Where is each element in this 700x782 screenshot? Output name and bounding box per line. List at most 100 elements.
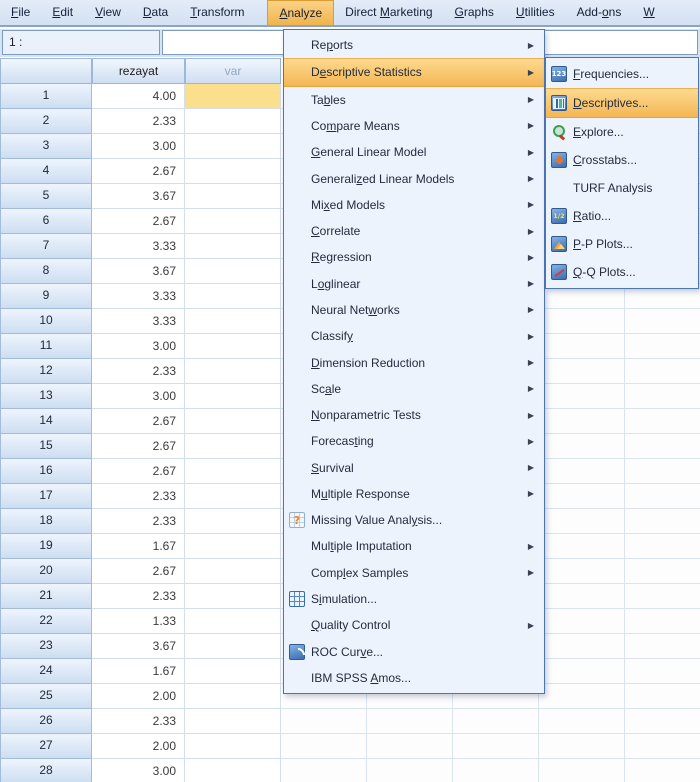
rezayat-value-cell[interactable]: 2.67 — [92, 159, 185, 184]
menu-item[interactable]: Tables ▶ — [284, 87, 544, 113]
rezayat-value-cell[interactable]: 2.67 — [92, 459, 185, 484]
menubar-item[interactable]: Transform — [179, 0, 255, 25]
menu-item[interactable]: Forecasting ▶ — [284, 428, 544, 454]
rezayat-value-cell[interactable]: 3.00 — [92, 384, 185, 409]
submenu-item[interactable]: Descriptives... — [546, 88, 698, 118]
column-header-rezayat[interactable]: rezayat — [92, 58, 185, 84]
var-cell[interactable] — [185, 434, 281, 459]
var-cell[interactable] — [185, 284, 281, 309]
menu-item[interactable]: Nonparametric Tests ▶ — [284, 402, 544, 428]
menu-item[interactable]: Quality Control ▶ — [284, 612, 544, 638]
row-number-cell[interactable]: 21 — [0, 584, 92, 609]
row-number-cell[interactable]: 24 — [0, 659, 92, 684]
menu-item[interactable]: Generalized Linear Models ▶ — [284, 165, 544, 191]
var-cell[interactable] — [185, 159, 281, 184]
rezayat-value-cell[interactable]: 2.33 — [92, 709, 185, 734]
menu-item[interactable]: Compare Means ▶ — [284, 113, 544, 139]
var-cell[interactable] — [185, 84, 281, 109]
row-number-cell[interactable]: 15 — [0, 434, 92, 459]
rezayat-value-cell[interactable]: 1.67 — [92, 534, 185, 559]
submenu-item[interactable]: Explore... — [546, 118, 698, 146]
var-cell[interactable] — [185, 484, 281, 509]
menubar-item[interactable]: Graphs — [444, 0, 505, 25]
var-cell[interactable] — [185, 384, 281, 409]
row-number-cell[interactable]: 27 — [0, 734, 92, 759]
menubar-item[interactable]: W — [632, 0, 665, 25]
var-cell[interactable] — [185, 759, 281, 782]
rezayat-value-cell[interactable]: 3.00 — [92, 759, 185, 782]
menu-item[interactable]: Regression ▶ — [284, 244, 544, 270]
menu-item[interactable]: Mixed Models ▶ — [284, 192, 544, 218]
var-cell[interactable] — [185, 709, 281, 734]
var-cell[interactable] — [185, 459, 281, 484]
menu-item[interactable]: Neural Networks ▶ — [284, 297, 544, 323]
menu-item[interactable]: IBM SPSS Amos... — [284, 665, 544, 691]
rezayat-value-cell[interactable]: 2.33 — [92, 109, 185, 134]
rezayat-value-cell[interactable]: 2.00 — [92, 734, 185, 759]
submenu-item[interactable]: Ratio... — [546, 202, 698, 230]
rezayat-value-cell[interactable]: 1.33 — [92, 609, 185, 634]
rezayat-value-cell[interactable]: 3.00 — [92, 334, 185, 359]
menu-item[interactable]: Multiple Response ▶ — [284, 481, 544, 507]
row-number-cell[interactable]: 12 — [0, 359, 92, 384]
rezayat-value-cell[interactable]: 2.33 — [92, 484, 185, 509]
menu-item[interactable]: Simulation... — [284, 586, 544, 612]
var-cell[interactable] — [185, 359, 281, 384]
rezayat-value-cell[interactable]: 3.33 — [92, 284, 185, 309]
row-number-cell[interactable]: 25 — [0, 684, 92, 709]
var-cell[interactable] — [185, 184, 281, 209]
var-cell[interactable] — [185, 734, 281, 759]
submenu-item[interactable]: P-P Plots... — [546, 230, 698, 258]
row-number-cell[interactable]: 19 — [0, 534, 92, 559]
rezayat-value-cell[interactable]: 2.00 — [92, 684, 185, 709]
var-cell[interactable] — [185, 559, 281, 584]
menubar-item[interactable]: Utilities — [505, 0, 566, 25]
rezayat-value-cell[interactable]: 2.33 — [92, 509, 185, 534]
var-cell[interactable] — [185, 684, 281, 709]
row-number-cell[interactable]: 16 — [0, 459, 92, 484]
row-number-cell[interactable]: 28 — [0, 759, 92, 782]
menu-item[interactable]: Scale ▶ — [284, 376, 544, 402]
row-number-cell[interactable]: 9 — [0, 284, 92, 309]
rezayat-value-cell[interactable]: 2.67 — [92, 209, 185, 234]
menubar-item[interactable]: Data — [132, 0, 179, 25]
var-cell[interactable] — [185, 259, 281, 284]
submenu-item[interactable]: Frequencies... — [546, 60, 698, 88]
var-cell[interactable] — [185, 234, 281, 259]
var-cell[interactable] — [185, 534, 281, 559]
var-cell[interactable] — [185, 334, 281, 359]
rezayat-value-cell[interactable]: 3.67 — [92, 634, 185, 659]
var-cell[interactable] — [185, 134, 281, 159]
row-number-cell[interactable]: 5 — [0, 184, 92, 209]
rezayat-value-cell[interactable]: 1.67 — [92, 659, 185, 684]
row-number-cell[interactable]: 26 — [0, 709, 92, 734]
row-number-cell[interactable]: 14 — [0, 409, 92, 434]
menu-item[interactable]: Correlate ▶ — [284, 218, 544, 244]
submenu-item[interactable]: TURF Analysis — [546, 174, 698, 202]
rezayat-value-cell[interactable]: 2.33 — [92, 359, 185, 384]
menu-item[interactable]: Dimension Reduction ▶ — [284, 349, 544, 375]
row-number-cell[interactable]: 10 — [0, 309, 92, 334]
row-number-cell[interactable]: 13 — [0, 384, 92, 409]
corner-header-cell[interactable] — [0, 58, 92, 84]
var-cell[interactable] — [185, 659, 281, 684]
var-cell[interactable] — [185, 209, 281, 234]
var-cell[interactable] — [185, 584, 281, 609]
row-number-cell[interactable]: 18 — [0, 509, 92, 534]
var-cell[interactable] — [185, 634, 281, 659]
menubar-item[interactable]: Direct Marketing — [334, 0, 443, 25]
row-number-cell[interactable]: 6 — [0, 209, 92, 234]
row-number-cell[interactable]: 11 — [0, 334, 92, 359]
menubar-item[interactable]: View — [84, 0, 132, 25]
rezayat-value-cell[interactable]: 2.67 — [92, 559, 185, 584]
menu-item[interactable]: Reports ▶ — [284, 32, 544, 58]
row-number-cell[interactable]: 17 — [0, 484, 92, 509]
menubar-item[interactable]: File — [0, 0, 41, 25]
submenu-item[interactable]: Crosstabs... — [546, 146, 698, 174]
column-header-var[interactable]: var — [185, 58, 281, 84]
menubar-item[interactable]: Analyze — [267, 0, 334, 25]
rezayat-value-cell[interactable]: 3.67 — [92, 259, 185, 284]
row-number-cell[interactable]: 8 — [0, 259, 92, 284]
row-number-cell[interactable]: 23 — [0, 634, 92, 659]
row-number-cell[interactable]: 7 — [0, 234, 92, 259]
